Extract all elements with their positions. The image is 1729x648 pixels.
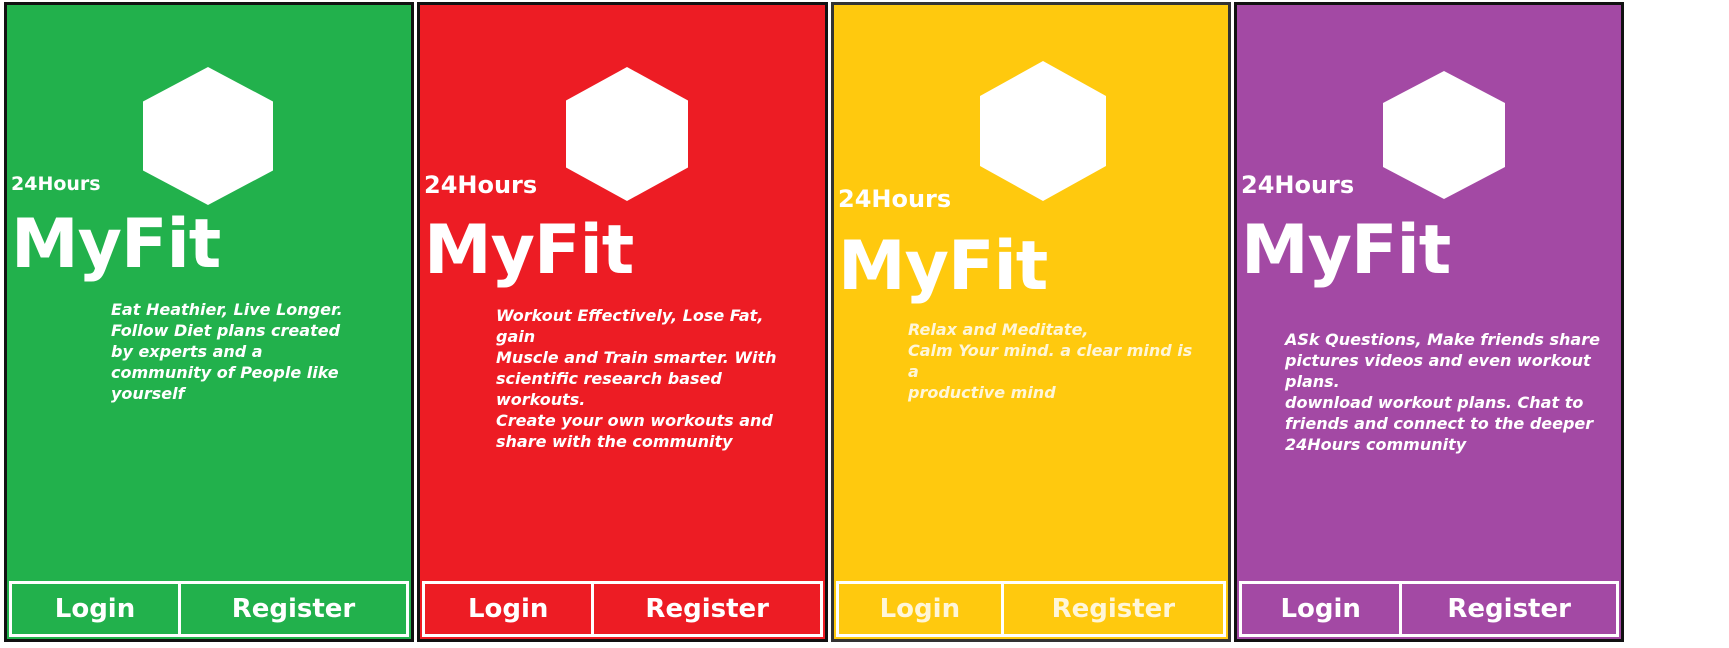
screen-meditate: 24Hours MyFit Relax and Meditate, Calm Y… — [831, 2, 1231, 642]
login-button[interactable]: Login — [836, 581, 1004, 637]
tagline-text: ASk Questions, Make friends share pictur… — [1285, 330, 1600, 454]
hexagon-logo-icon — [566, 67, 688, 201]
brand-subtitle: 24Hours — [838, 185, 952, 213]
tagline-text: Eat Heathier, Live Longer. Follow Diet p… — [111, 300, 343, 403]
hexagon-logo-icon — [143, 67, 273, 205]
brand-title: MyFit — [838, 227, 1048, 306]
auth-button-row: Login Register — [836, 581, 1226, 637]
hexagon-logo-icon — [980, 61, 1106, 201]
brand-subtitle: 24Hours — [424, 171, 538, 199]
brand-title: MyFit — [1241, 211, 1451, 290]
screen-community: 24Hours MyFit ASk Questions, Make friend… — [1234, 2, 1624, 642]
register-button[interactable]: Register — [181, 581, 409, 637]
auth-button-row: Login Register — [422, 581, 823, 637]
brand-title: MyFit — [11, 205, 221, 284]
login-button[interactable]: Login — [1239, 581, 1403, 637]
brand-subtitle: 24Hours — [1241, 171, 1355, 199]
register-button[interactable]: Register — [594, 581, 823, 637]
register-button[interactable]: Register — [1402, 581, 1619, 637]
tagline-text: Relax and Meditate, Calm Your mind. a cl… — [908, 320, 1193, 402]
login-button[interactable]: Login — [422, 581, 595, 637]
tagline-text: Workout Effectively, Lose Fat, gain Musc… — [496, 306, 777, 451]
auth-button-row: Login Register — [1239, 581, 1619, 637]
login-button[interactable]: Login — [9, 581, 181, 637]
hexagon-logo-icon — [1383, 71, 1505, 199]
screen-diet: 24Hours MyFit Eat Heathier, Live Longer.… — [4, 2, 414, 642]
brand-title: MyFit — [424, 211, 634, 290]
screen-workout: 24Hours MyFit Workout Effectively, Lose … — [417, 2, 828, 642]
brand-subtitle: 24Hours — [11, 173, 101, 195]
auth-button-row: Login Register — [9, 581, 409, 637]
register-button[interactable]: Register — [1003, 581, 1226, 637]
